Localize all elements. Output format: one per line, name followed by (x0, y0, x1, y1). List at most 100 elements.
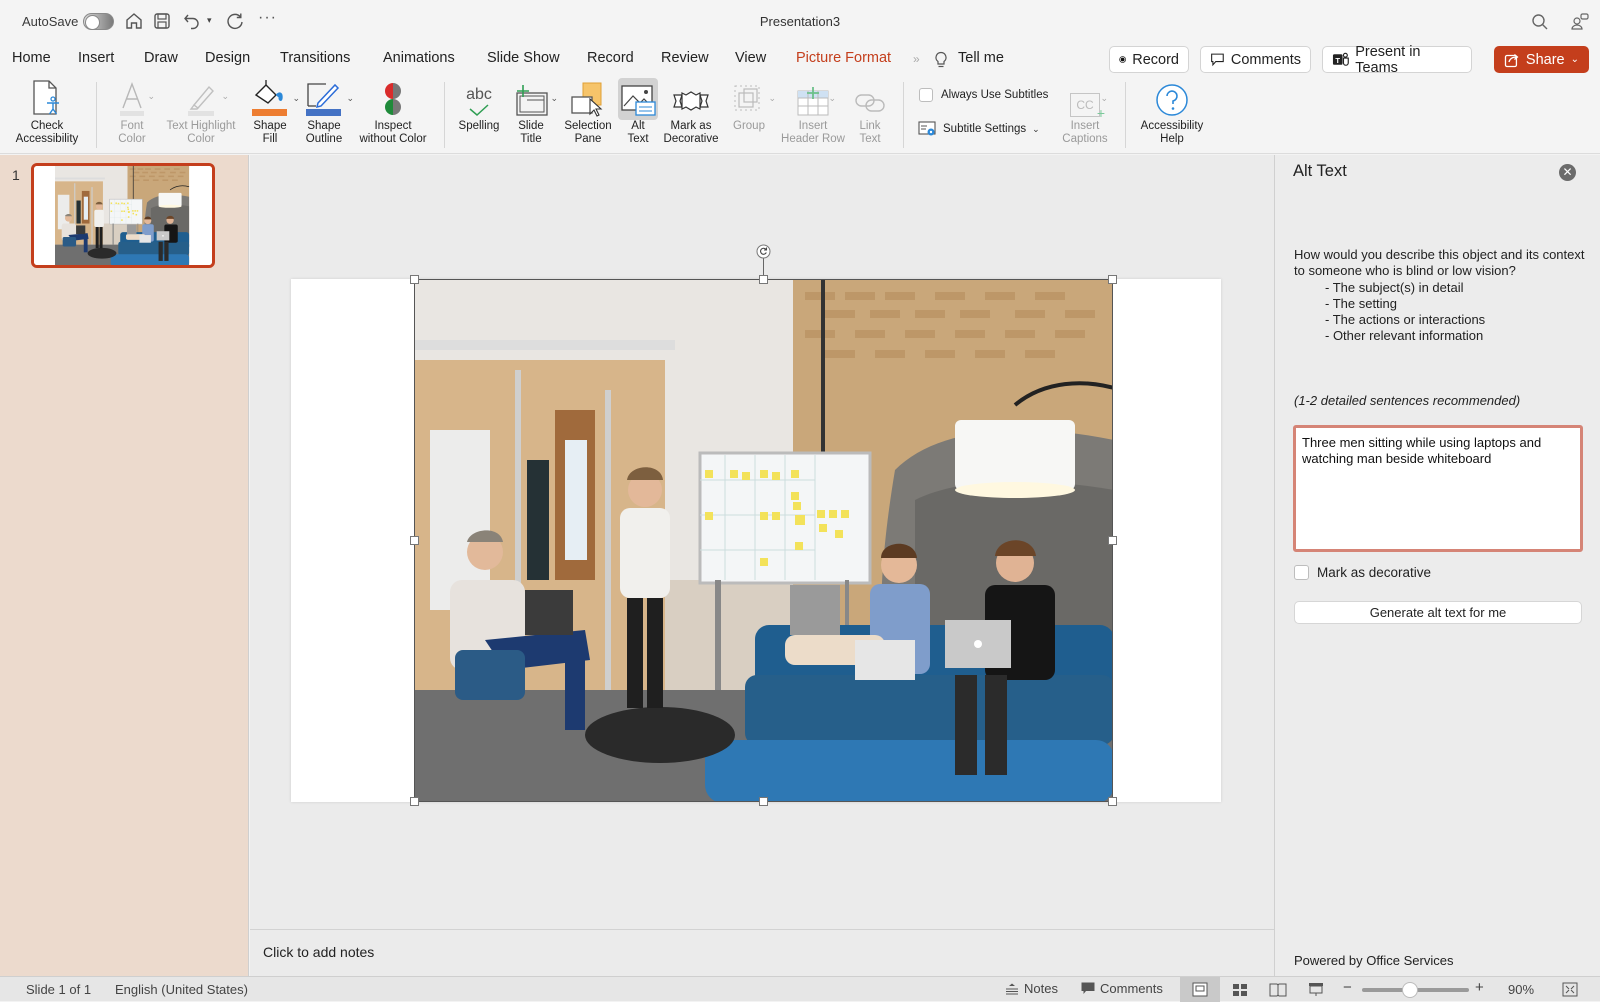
tab-insert[interactable]: Insert (78, 50, 114, 66)
resize-handle-bottom[interactable] (759, 797, 768, 806)
resize-handle-top-left[interactable] (410, 275, 419, 284)
share-dropdown-icon[interactable]: ⌄ (1571, 54, 1579, 65)
comments-button[interactable]: Comments (1200, 46, 1311, 73)
share-icon (1504, 53, 1519, 67)
mark-as-decorative-box[interactable] (1294, 565, 1309, 580)
collaborate-icon[interactable] (1570, 12, 1590, 32)
tab-transitions[interactable]: Transitions (280, 50, 350, 66)
fit-to-window-icon[interactable] (1562, 982, 1578, 997)
text-highlight-color-button[interactable]: ⌄ Text Highlight Color (162, 78, 240, 152)
selection-pane-button[interactable]: Selection Pane (560, 78, 616, 152)
tell-me-input[interactable]: Tell me (958, 50, 1004, 66)
search-icon[interactable] (1530, 12, 1550, 32)
spelling-button[interactable]: abc Spelling (454, 78, 504, 152)
link-text-label: Link Text (859, 120, 881, 145)
zoom-level[interactable]: 90% (1508, 982, 1534, 997)
rotate-handle-icon[interactable] (756, 244, 771, 259)
normal-view-icon (1192, 982, 1208, 997)
autosave-label: AutoSave (22, 14, 79, 29)
font-color-button[interactable]: ⌄ Font Color (108, 78, 156, 152)
zoom-slider[interactable] (1362, 982, 1469, 998)
resize-handle-bottom-right[interactable] (1108, 797, 1117, 806)
svg-text:T: T (1335, 56, 1340, 65)
resize-handle-top-right[interactable] (1108, 275, 1117, 284)
undo-icon[interactable] (182, 11, 202, 31)
accessibility-help-button[interactable]: Accessibility Help (1136, 78, 1208, 152)
normal-view-button[interactable] (1180, 977, 1220, 1002)
mark-as-decorative-checkbox[interactable]: Mark as decorative (1294, 565, 1431, 580)
home-icon[interactable] (124, 11, 144, 31)
slide-title-button[interactable]: ⌄ Slide Title (508, 78, 558, 152)
insert-header-row-button[interactable]: ⌄ Insert Header Row (778, 78, 848, 152)
tab-home[interactable]: Home (12, 50, 51, 66)
comment-icon (1211, 53, 1224, 67)
more-tabs-icon[interactable]: » (913, 52, 920, 66)
share-button[interactable]: Share ⌄ (1494, 46, 1589, 73)
present-in-teams-button[interactable]: T Present in Teams (1322, 44, 1472, 76)
insert-header-row-label: Insert Header Row (781, 120, 845, 145)
more-options-icon[interactable]: ··· (258, 9, 277, 27)
language-indicator[interactable]: English (United States) (115, 982, 248, 997)
slide-thumbnail[interactable] (31, 163, 215, 268)
zoom-in-button[interactable]: + (1475, 979, 1484, 996)
slide-editing-canvas[interactable] (250, 155, 1274, 929)
resize-handle-right[interactable] (1108, 536, 1117, 545)
alt-text-guideline: - The actions or interactions (1325, 312, 1486, 328)
redo-icon[interactable] (225, 11, 245, 31)
always-use-subtitles-checkbox[interactable]: Always Use Subtitles (919, 88, 1048, 102)
mark-as-decorative-button[interactable]: Mark as Decorative (660, 78, 722, 152)
comments-toggle-button[interactable]: Comments (1081, 981, 1163, 996)
shape-fill-button[interactable]: ⌄ Shape Fill (246, 78, 300, 152)
zoom-slider-thumb[interactable] (1402, 982, 1418, 998)
tab-view[interactable]: View (735, 50, 766, 66)
spelling-label: Spelling (458, 120, 500, 132)
lightbulb-icon (935, 51, 947, 68)
record-button[interactable]: Record (1109, 46, 1189, 73)
alt-text-input[interactable]: Three men sitting while using laptops an… (1293, 425, 1583, 552)
notes-pane[interactable]: Click to add notes (250, 929, 1274, 976)
tab-design[interactable]: Design (205, 50, 250, 66)
tab-record[interactable]: Record (587, 50, 634, 66)
alt-text-guideline: - The subject(s) in detail (1325, 279, 1464, 295)
always-use-subtitles-box[interactable] (919, 88, 933, 102)
subtitle-settings-button[interactable]: Subtitle Settings ⌄ (918, 121, 1040, 137)
insert-captions-button[interactable]: CC + ⌄ Insert Captions (1058, 78, 1112, 152)
undo-dropdown-icon[interactable]: ▾ (207, 15, 212, 26)
accessibility-help-label: Accessibility Help (1140, 120, 1204, 145)
slide-sorter-button[interactable] (1220, 977, 1260, 1002)
comments-status-icon (1081, 982, 1095, 994)
selection-pane-label: Selection Pane (564, 120, 612, 145)
notes-placeholder[interactable]: Click to add notes (263, 944, 374, 960)
tab-picture-format[interactable]: Picture Format (796, 50, 891, 66)
comments-toggle-label: Comments (1100, 981, 1163, 996)
selected-picture[interactable] (414, 279, 1113, 802)
resize-handle-left[interactable] (410, 536, 419, 545)
mark-as-decorative-checkbox-label: Mark as decorative (1317, 565, 1432, 580)
alt-text-guideline: - The setting (1325, 295, 1398, 311)
autosave-toggle[interactable] (83, 13, 114, 30)
tab-review[interactable]: Review (661, 50, 709, 66)
reading-view-icon (1269, 983, 1287, 996)
tab-animations[interactable]: Animations (383, 50, 455, 66)
check-accessibility-button[interactable]: Check Accessibility (8, 78, 86, 152)
reading-view-button[interactable] (1258, 977, 1298, 1002)
zoom-out-button[interactable]: − (1343, 979, 1352, 996)
group-button[interactable]: ⌄ Group (726, 78, 776, 152)
tab-draw[interactable]: Draw (144, 50, 178, 66)
alt-text-icon (621, 85, 656, 116)
slide-sorter-icon (1233, 983, 1247, 996)
inspect-without-color-button[interactable]: Inspect without Color (354, 78, 432, 152)
alt-text-button[interactable]: Alt Text (618, 78, 658, 152)
resize-handle-top[interactable] (759, 275, 768, 284)
slide-show-button[interactable] (1296, 977, 1336, 1002)
alt-text-pane-title: Alt Text (1293, 162, 1347, 180)
notes-toggle-button[interactable]: Notes (1005, 981, 1058, 996)
subtitle-settings-label: Subtitle Settings (943, 123, 1027, 135)
link-text-button[interactable]: Link Text (852, 78, 888, 152)
generate-alt-text-button[interactable]: Generate alt text for me (1294, 601, 1582, 624)
shape-outline-button[interactable]: ⌄ Shape Outline (300, 78, 354, 152)
close-pane-icon[interactable]: ✕ (1559, 164, 1576, 181)
tab-slide-show[interactable]: Slide Show (487, 50, 560, 66)
resize-handle-bottom-left[interactable] (410, 797, 419, 806)
save-icon[interactable] (152, 11, 172, 31)
